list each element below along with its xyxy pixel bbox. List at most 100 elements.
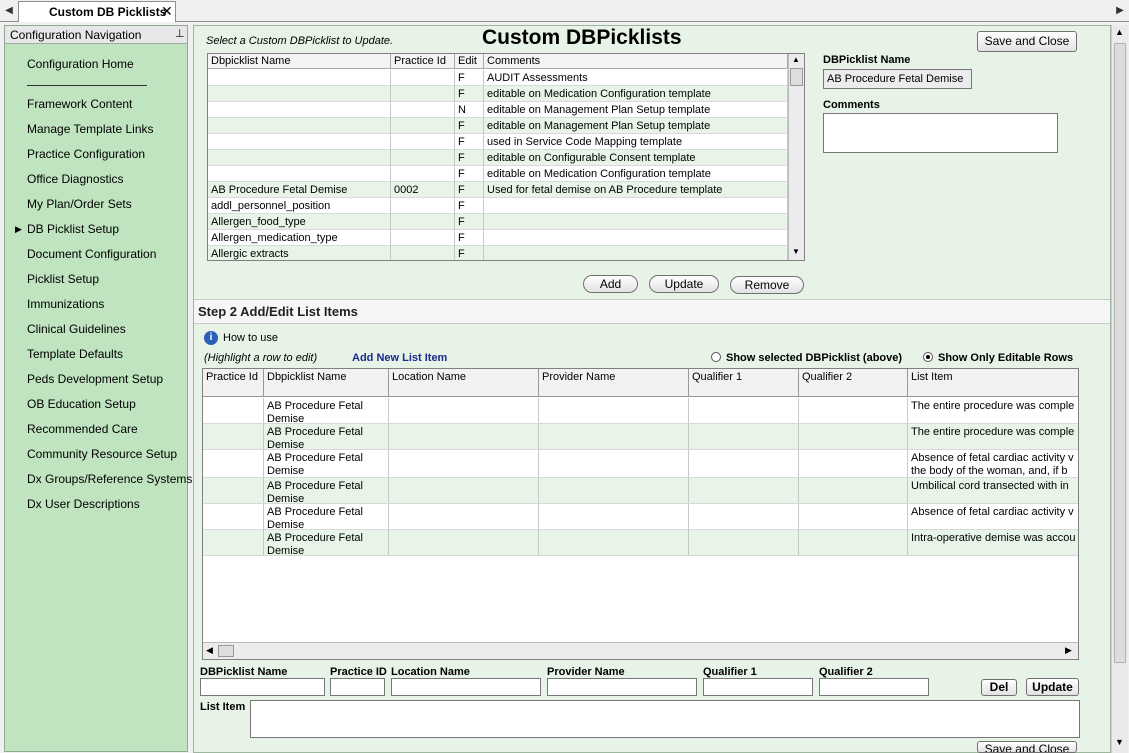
nav-item-practice-configuration[interactable]: Practice Configuration bbox=[27, 147, 145, 161]
table-row[interactable]: Feditable on Medication Configuration te… bbox=[208, 166, 788, 182]
window-vertical-scrollbar[interactable]: ▲ ▼ bbox=[1111, 25, 1128, 753]
table-row[interactable]: AB Procedure Fetal Demise The entire proc… bbox=[203, 424, 1078, 450]
scroll-up-icon[interactable]: ▲ bbox=[1115, 27, 1124, 37]
tab-scroll-right-icon[interactable]: ▶ bbox=[1113, 3, 1127, 19]
scroll-thumb[interactable] bbox=[1114, 43, 1126, 663]
add-new-list-item-link[interactable]: Add New List Item bbox=[352, 352, 447, 364]
nav-item-clinical-guidelines[interactable]: Clinical Guidelines bbox=[27, 322, 126, 336]
save-and-close-button[interactable]: Save and Close bbox=[977, 31, 1077, 52]
dbpicklist-name-field[interactable]: AB Procedure Fetal Demise bbox=[823, 69, 972, 89]
cell-edit: F bbox=[455, 230, 484, 246]
tab-scroll-left-icon[interactable]: ◀ bbox=[2, 3, 16, 19]
show-editable-label[interactable]: Show Only Editable Rows bbox=[938, 352, 1073, 364]
nav-item-ob-education-setup[interactable]: OB Education Setup bbox=[27, 397, 136, 411]
col-practice-id[interactable]: Practice Id bbox=[391, 54, 455, 69]
col-practice-id[interactable]: Practice Id bbox=[203, 369, 264, 397]
table-row[interactable]: AB Procedure Fetal Demise Intra-operative… bbox=[203, 530, 1078, 556]
nav-item-dx-user-descriptions[interactable]: Dx User Descriptions bbox=[27, 497, 140, 511]
picklist-grid-scrollbar[interactable]: ▲ ▼ bbox=[788, 54, 804, 260]
table-row[interactable]: Neditable on Management Plan Setup templ… bbox=[208, 102, 788, 118]
nav-item-office-diagnostics[interactable]: Office Diagnostics bbox=[27, 172, 124, 186]
cell-qualifier-2 bbox=[799, 504, 908, 529]
table-row[interactable]: Allergen_medication_type F bbox=[208, 230, 788, 246]
col-list-item[interactable]: List Item bbox=[908, 369, 1078, 397]
table-row[interactable]: AB Procedure Fetal Demise Umbilical cord … bbox=[203, 478, 1078, 504]
scroll-thumb[interactable] bbox=[790, 68, 803, 86]
scroll-right-icon[interactable]: ▶ bbox=[1065, 645, 1072, 656]
form-list-item-field[interactable] bbox=[250, 700, 1080, 738]
nav-item-picklist-setup[interactable]: Picklist Setup bbox=[27, 272, 99, 286]
form-qualifier-1-field[interactable] bbox=[703, 678, 813, 696]
scroll-left-icon[interactable]: ◀ bbox=[206, 645, 213, 656]
form-qualifier-2-field[interactable] bbox=[819, 678, 929, 696]
col-provider-name[interactable]: Provider Name bbox=[539, 369, 689, 397]
del-button[interactable]: Del bbox=[981, 679, 1017, 696]
col-comments[interactable]: Comments bbox=[484, 54, 788, 69]
form-list-item-label: List Item bbox=[200, 701, 246, 713]
scroll-down-icon[interactable]: ▼ bbox=[792, 247, 800, 256]
show-selected-label[interactable]: Show selected DBPicklist (above) bbox=[726, 352, 902, 364]
nav-item-dx-groups-reference-systems[interactable]: Dx Groups/Reference Systems bbox=[27, 472, 192, 486]
scroll-thumb[interactable] bbox=[218, 645, 234, 657]
table-row[interactable]: AB Procedure Fetal Demise 0002 F Used for f… bbox=[208, 182, 788, 198]
nav-item-db-picklist-setup[interactable]: DB Picklist Setup bbox=[27, 222, 119, 236]
table-row[interactable]: Allergic extracts F bbox=[208, 246, 788, 260]
scroll-down-icon[interactable]: ▼ bbox=[1115, 737, 1124, 747]
table-row[interactable]: Feditable on Medication Configuration te… bbox=[208, 86, 788, 102]
cell-list-item: The entire procedure was comple bbox=[911, 426, 1075, 438]
page-title: Custom DBPicklists bbox=[482, 26, 682, 49]
col-location-name[interactable]: Location Name bbox=[389, 369, 539, 397]
update-button[interactable]: Update bbox=[649, 275, 719, 293]
nav-item-configuration-home[interactable]: Configuration Home bbox=[27, 57, 134, 71]
nav-item-peds-development-setup[interactable]: Peds Development Setup bbox=[27, 372, 163, 386]
col-qualifier-1[interactable]: Qualifier 1 bbox=[689, 369, 799, 397]
form-qualifier-2-label: Qualifier 2 bbox=[819, 666, 873, 678]
col-dbpicklist-name[interactable]: Dbpicklist Name bbox=[264, 369, 389, 397]
selected-pointer-icon: ▶ bbox=[15, 224, 22, 234]
tab-custom-db-picklists[interactable]: Custom DB Picklists ✕ bbox=[18, 1, 176, 22]
table-row[interactable]: Fused in Service Code Mapping template bbox=[208, 134, 788, 150]
nav-item-recommended-care[interactable]: Recommended Care bbox=[27, 422, 138, 436]
col-qualifier-2[interactable]: Qualifier 2 bbox=[799, 369, 908, 397]
scroll-up-icon[interactable]: ▲ bbox=[792, 55, 800, 64]
list-items-horizontal-scrollbar[interactable]: ◀ ▶ bbox=[203, 642, 1078, 659]
show-editable-radio[interactable] bbox=[923, 352, 933, 362]
col-edit[interactable]: Edit bbox=[455, 54, 484, 69]
nav-item-my-plan-order-sets[interactable]: My Plan/Order Sets bbox=[27, 197, 132, 211]
cell-qualifier-1 bbox=[689, 398, 799, 423]
table-row[interactable]: Feditable on Configurable Consent templa… bbox=[208, 150, 788, 166]
show-selected-radio[interactable] bbox=[711, 352, 721, 362]
dbpicklist-name-label: DBPicklist Name bbox=[823, 54, 911, 66]
cell-practice-id bbox=[391, 214, 455, 230]
table-row[interactable]: AB Procedure Fetal Demise The entire proc… bbox=[203, 398, 1078, 424]
how-to-use-link[interactable]: How to use bbox=[223, 332, 278, 344]
info-icon[interactable]: i bbox=[204, 331, 218, 345]
nav-item-community-resource-setup[interactable]: Community Resource Setup bbox=[27, 447, 177, 461]
form-practice-id-field[interactable] bbox=[330, 678, 385, 696]
form-provider-name-field[interactable] bbox=[547, 678, 697, 696]
form-update-button[interactable]: Update bbox=[1026, 678, 1079, 696]
remove-button[interactable]: Remove bbox=[730, 276, 804, 294]
table-row[interactable]: Allergen_food_type F bbox=[208, 214, 788, 230]
nav-item-document-configuration[interactable]: Document Configuration bbox=[27, 247, 156, 261]
nav-item-template-defaults[interactable]: Template Defaults bbox=[27, 347, 123, 361]
form-location-name-field[interactable] bbox=[391, 678, 541, 696]
cell-name bbox=[208, 70, 391, 86]
highlight-hint: (Highlight a row to edit) bbox=[204, 352, 318, 364]
nav-item-manage-template-links[interactable]: Manage Template Links bbox=[27, 122, 154, 136]
nav-item-immunizations[interactable]: Immunizations bbox=[27, 297, 104, 311]
pin-icon[interactable]: ⊥ bbox=[175, 27, 185, 40]
close-tab-icon[interactable]: ✕ bbox=[161, 3, 173, 20]
comments-field[interactable] bbox=[823, 113, 1058, 153]
bottom-save-and-close-button[interactable]: Save and Close bbox=[977, 741, 1077, 753]
table-row[interactable]: AB Procedure Fetal Demise Absence of feta… bbox=[203, 450, 1078, 478]
table-row[interactable]: Feditable on Management Plan Setup templ… bbox=[208, 118, 788, 134]
table-row[interactable]: F AUDIT Assessments bbox=[208, 70, 788, 86]
table-row[interactable]: addl_personnel_position F bbox=[208, 198, 788, 214]
form-dbpicklist-name-field[interactable] bbox=[200, 678, 325, 696]
col-dbpicklist-name[interactable]: Dbpicklist Name bbox=[208, 54, 391, 69]
nav-item-framework-content[interactable]: Framework Content bbox=[27, 97, 132, 111]
table-row[interactable]: AB Procedure Fetal Demise Absence of feta… bbox=[203, 504, 1078, 530]
cell-name bbox=[208, 102, 391, 118]
add-button[interactable]: Add bbox=[583, 275, 638, 293]
